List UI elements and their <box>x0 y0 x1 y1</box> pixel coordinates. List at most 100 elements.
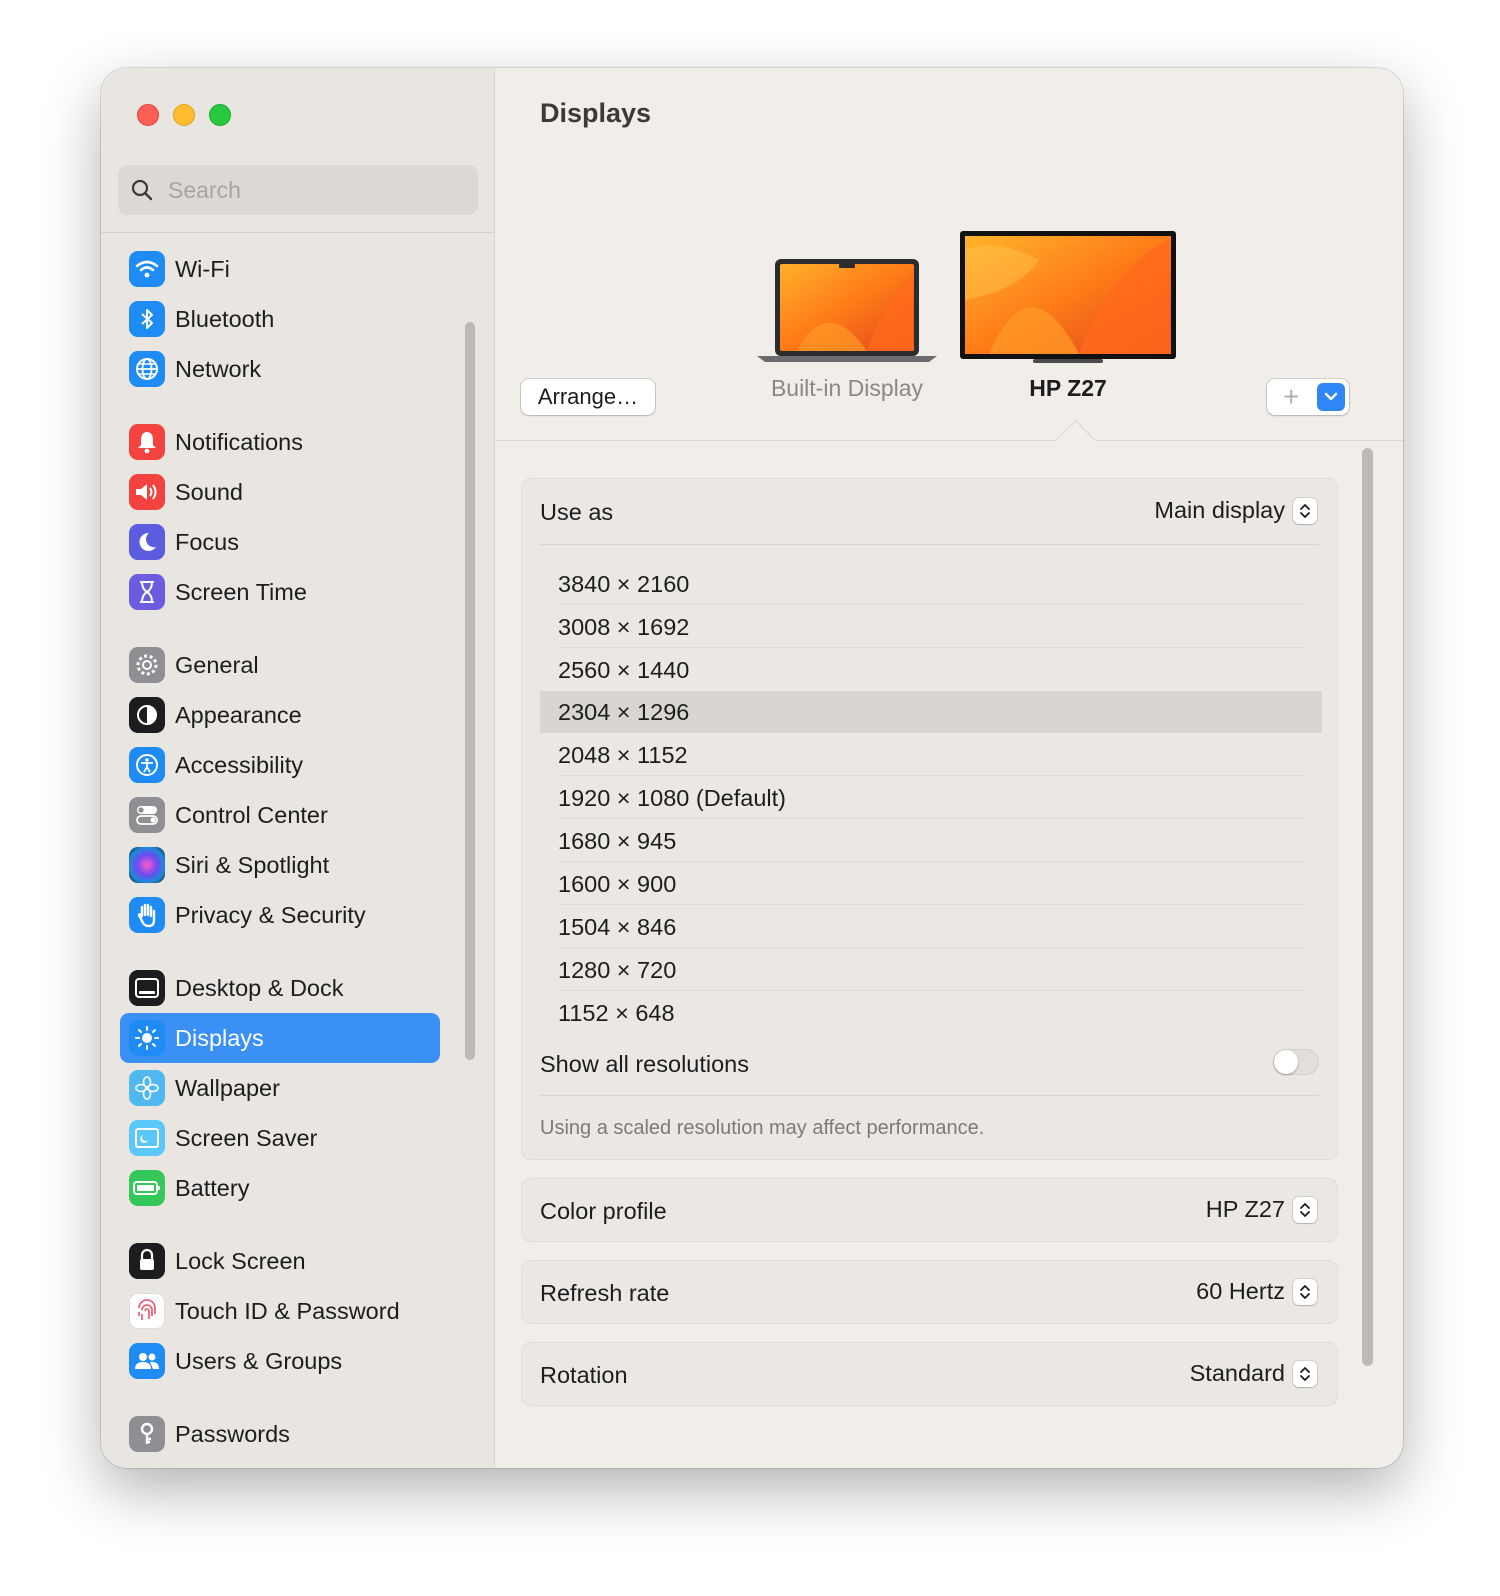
resolution-text: 1504 × 846 <box>558 914 677 940</box>
color-profile-label: Color profile <box>540 1198 667 1224</box>
sidebar-list: Wi-Fi Bluetooth Network Notifications So… <box>101 232 494 1468</box>
resolution-text: 2304 × 1296 <box>558 699 690 725</box>
show-all-toggle[interactable] <box>1273 1049 1319 1075</box>
sidebar-item-label: Bluetooth <box>175 305 275 332</box>
sidebar-item-appearance[interactable]: Appearance <box>120 690 440 740</box>
system-settings-window: Wi-Fi Bluetooth Network Notifications <box>101 68 1403 1468</box>
page-title: Displays <box>540 98 652 128</box>
sidebar-item-label: Privacy & Security <box>175 901 366 928</box>
resolution-card: Use as Main display 3840 × 2160 3008 × 1… <box>521 478 1338 1160</box>
sidebar-item-screen-time[interactable]: Screen Time <box>120 567 440 617</box>
sidebar-item-lock-screen[interactable]: Lock Screen <box>120 1236 440 1286</box>
laptop-image <box>757 259 937 362</box>
sidebar-item-label: Appearance <box>175 701 302 728</box>
main-scrollbar[interactable] <box>1362 448 1373 1366</box>
display-hp-z27[interactable]: HP Z27 <box>959 230 1177 402</box>
display-name: HP Z27 <box>1029 375 1107 401</box>
sidebar-item-battery[interactable]: Battery <box>120 1163 440 1213</box>
sidebar-item-label: Users & Groups <box>175 1347 343 1374</box>
resolution-text: 3008 × 1692 <box>558 614 690 640</box>
resolution-text: 1600 × 900 <box>558 871 677 897</box>
resolution-option[interactable]: 3840 × 2160 <box>540 563 1322 605</box>
chevron-down-icon[interactable] <box>1317 383 1345 411</box>
resolution-option[interactable]: 1680 × 945 <box>540 820 1322 862</box>
resolution-option[interactable]: 1280 × 720 <box>540 949 1322 991</box>
search-icon <box>131 179 153 201</box>
resolution-text: 1680 × 945 <box>558 828 677 854</box>
sidebar-item-bluetooth[interactable]: Bluetooth <box>120 294 440 344</box>
display-builtin[interactable]: Built-in Display <box>757 254 937 402</box>
sidebar-item-label: Screen Time <box>175 578 307 605</box>
arrange-button[interactable]: Arrange… <box>521 379 655 415</box>
rotation-label: Rotation <box>540 1362 628 1388</box>
sidebar-item-desktop-dock[interactable]: Desktop & Dock <box>120 963 440 1013</box>
resolution-option-selected[interactable]: 2304 × 1296 <box>540 691 1322 733</box>
resolution-option[interactable]: 1504 × 846 <box>540 906 1322 948</box>
sidebar-item-passwords[interactable]: Passwords <box>120 1409 440 1459</box>
fingerprint-icon <box>129 1293 165 1329</box>
sidebar-item-displays[interactable]: Displays <box>120 1013 440 1063</box>
sidebar-item-wallpaper[interactable]: Wallpaper <box>120 1063 440 1113</box>
row-divider <box>558 990 1304 991</box>
resolution-option[interactable]: 2048 × 1152 <box>540 734 1322 776</box>
resolution-option[interactable]: 1920 × 1080 (Default) <box>540 777 1322 819</box>
zoom-button[interactable] <box>209 104 231 126</box>
sidebar-item-label: Desktop & Dock <box>175 974 344 1001</box>
speaker-icon <box>129 474 165 510</box>
resolution-text: 1920 × 1080 (Default) <box>558 785 786 811</box>
refresh-rate-popup[interactable]: 60 Hertz <box>1196 1278 1317 1305</box>
sidebar-scrollbar[interactable] <box>465 322 475 1060</box>
show-all-label: Show all resolutions <box>540 1051 749 1077</box>
sidebar-item-wifi[interactable]: Wi-Fi <box>120 244 440 294</box>
sidebar-item-sound[interactable]: Sound <box>120 467 440 517</box>
color-profile-card: Color profile HP Z27 <box>521 1178 1338 1242</box>
sidebar-item-privacy-security[interactable]: Privacy & Security <box>120 890 440 940</box>
resolution-option[interactable]: 1152 × 648 <box>540 992 1322 1034</box>
key-icon <box>129 1416 165 1452</box>
monitor-image <box>960 231 1176 363</box>
search-field[interactable] <box>118 165 478 215</box>
use-as-popup[interactable]: Main display <box>1154 497 1317 524</box>
sidebar-item-touch-id[interactable]: Touch ID & Password <box>120 1286 440 1336</box>
resolution-text: 3840 × 2160 <box>558 571 690 597</box>
resolution-option[interactable]: 1600 × 900 <box>540 863 1322 905</box>
sidebar-item-label: Displays <box>175 1024 264 1051</box>
performance-note: Using a scaled resolution may affect per… <box>540 1117 985 1139</box>
moon-icon <box>129 524 165 560</box>
sidebar-item-accessibility[interactable]: Accessibility <box>120 740 440 790</box>
lock-icon <box>129 1243 165 1279</box>
color-profile-value: HP Z27 <box>1205 1196 1285 1222</box>
sidebar-item-label: Control Center <box>175 801 328 828</box>
resolution-text: 2048 × 1152 <box>558 742 688 768</box>
rotation-popup[interactable]: Standard <box>1190 1360 1317 1387</box>
resolution-option[interactable]: 2560 × 1440 <box>540 649 1322 691</box>
sidebar-item-focus[interactable]: Focus <box>120 517 440 567</box>
search-input[interactable] <box>166 175 460 205</box>
toggle-knob <box>1274 1050 1298 1074</box>
bluetooth-icon <box>129 301 165 337</box>
sidebar-item-screen-saver[interactable]: Screen Saver <box>120 1113 440 1163</box>
sidebar-item-label: Focus <box>175 528 239 555</box>
row-divider <box>558 947 1304 948</box>
sidebar-item-general[interactable]: General <box>120 640 440 690</box>
sidebar-item-label: General <box>175 651 259 678</box>
sidebar-item-users-groups[interactable]: Users & Groups <box>120 1336 440 1386</box>
updown-icon <box>1293 1196 1317 1223</box>
appearance-icon <box>129 697 165 733</box>
row-divider <box>558 775 1304 776</box>
sidebar-item-network[interactable]: Network <box>120 344 440 394</box>
plus-icon: + <box>1283 381 1300 412</box>
row-divider <box>558 861 1304 862</box>
add-display-button[interactable]: + <box>1267 379 1349 415</box>
resolution-option[interactable]: 3008 × 1692 <box>540 606 1322 648</box>
screen-saver-icon <box>129 1120 165 1156</box>
resolution-text: 1152 × 648 <box>558 1000 675 1026</box>
accessibility-icon <box>129 747 165 783</box>
header-divider <box>495 440 1403 441</box>
sidebar-item-siri-spotlight[interactable]: Siri & Spotlight <box>120 840 440 890</box>
close-button[interactable] <box>137 104 159 126</box>
minimize-button[interactable] <box>173 104 195 126</box>
sidebar-item-notifications[interactable]: Notifications <box>120 417 440 467</box>
color-profile-popup[interactable]: HP Z27 <box>1206 1196 1317 1223</box>
sidebar-item-control-center[interactable]: Control Center <box>120 790 440 840</box>
